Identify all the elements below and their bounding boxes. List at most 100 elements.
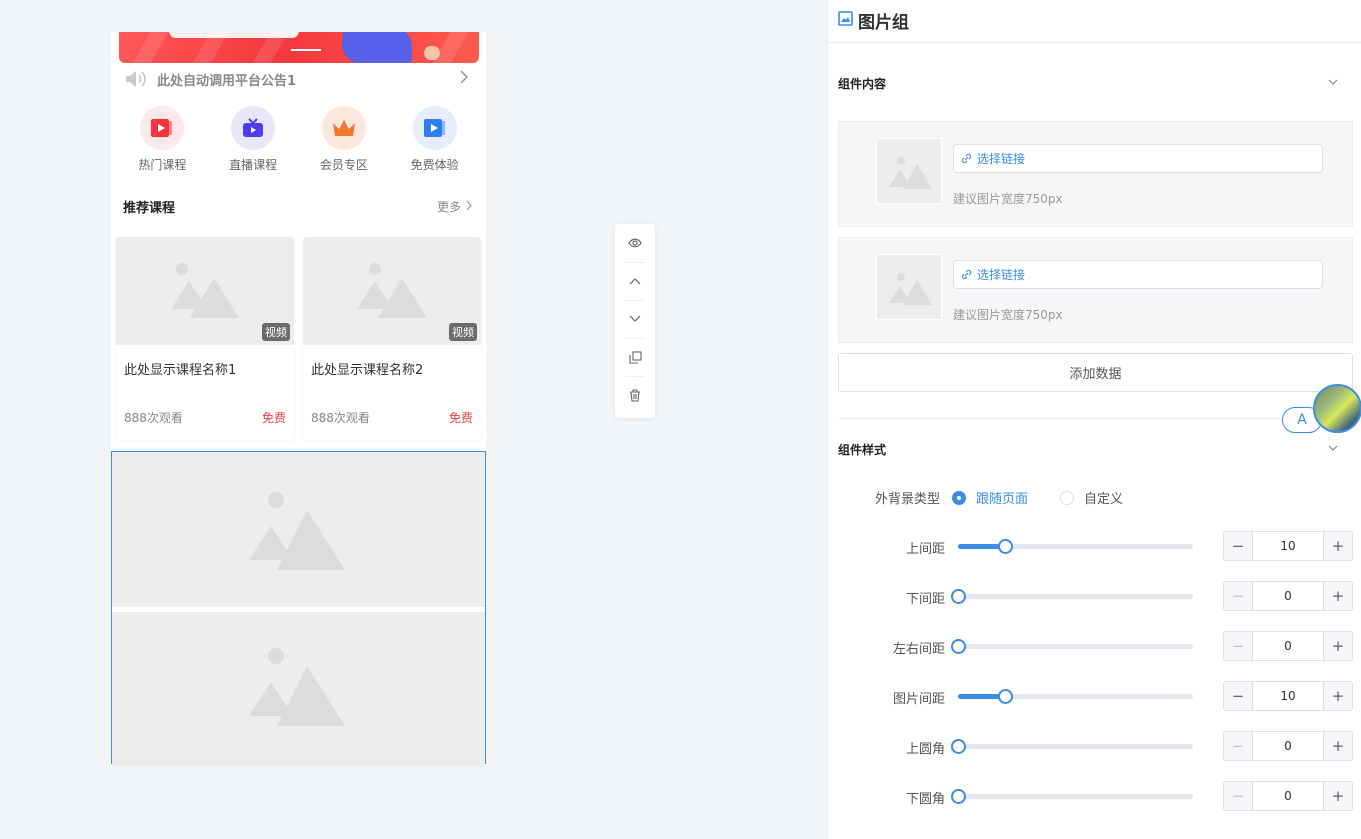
tv-icon [231,106,276,150]
avatar[interactable] [1313,384,1361,433]
image-placeholder-icon: 视频 [303,237,481,345]
content-section-title: 组件内容 [838,77,887,91]
number-stepper: −0 + [1223,581,1353,611]
stepper-value[interactable]: 0 [1252,732,1324,760]
arrow-up-icon[interactable] [615,262,655,300]
number-stepper: −10 + [1223,681,1353,711]
stepper-value[interactable]: 10 [1252,532,1324,560]
link-select-input[interactable]: 选择链接 [953,260,1323,289]
settings-panel: 图片组 组件内容 选择链接 建议图片宽度750px 选择链接 建议图片宽度750… [827,0,1361,839]
slider-handle[interactable] [951,639,966,654]
more-link-label: 更多 [437,200,462,214]
panel-title: 图片组 [858,13,909,33]
slider-handle[interactable] [951,789,966,804]
link-icon [961,153,972,164]
chevron-down-icon[interactable] [1327,442,1339,454]
stepper-value[interactable]: 10 [1252,682,1324,710]
bg-type-label: 外背景类型 [875,492,941,507]
image-item: 选择链接 建议图片宽度750px [838,121,1353,227]
minus-icon[interactable]: − [1224,782,1252,810]
course-card[interactable]: 视频 此处显示课程名称2 888次观看 免费 [303,237,481,440]
image-placeholder-icon: 视频 [116,237,294,345]
nav-hot-courses[interactable]: 热门课程 [126,106,198,176]
image-upload[interactable] [876,254,942,320]
link-select-input[interactable]: 选择链接 [953,144,1323,173]
radio-label-follow-page[interactable]: 跟随页面 [976,488,1028,507]
course-price: 免费 [261,411,286,425]
minus-icon[interactable]: − [1224,532,1252,560]
image-group-component[interactable] [111,451,486,767]
plus-icon[interactable]: + [1324,532,1352,560]
chevron-down-icon[interactable] [1327,76,1339,88]
image-placeholder-icon [112,612,485,767]
stepper-value[interactable]: 0 [1252,782,1324,810]
course-views: 888次观看 [124,411,183,425]
slider-row-bottom-margin: 下间距 −0 + [828,581,1361,611]
stepper-value[interactable]: 0 [1252,632,1324,660]
delete-icon[interactable] [615,376,655,414]
slider-track[interactable] [951,739,1193,754]
play-icon [140,106,185,150]
arrow-down-icon[interactable] [615,300,655,338]
plus-icon[interactable]: + [1324,682,1352,710]
image-placeholder-icon [112,452,485,607]
radio-label-custom[interactable]: 自定义 [1084,488,1123,507]
minus-icon[interactable]: − [1224,732,1252,760]
notice-bar[interactable]: 此处自动调用平台公告1 [123,65,473,93]
more-link[interactable]: 更多 [437,198,473,215]
link-icon [961,269,972,280]
panel-header: 图片组 [838,8,909,33]
add-data-button[interactable]: 添加数据 [838,353,1353,392]
number-stepper: −0 + [1223,731,1353,761]
nav-label: 会员专区 [319,158,368,172]
stepper-value[interactable]: 0 [1252,582,1324,610]
slider-label: 左右间距 [892,642,945,657]
bg-type-row: 外背景类型 跟随页面 自定义 [875,488,1123,507]
video-tag: 视频 [262,323,290,341]
course-views: 888次观看 [311,411,370,425]
play-icon [412,106,457,150]
course-price: 免费 [448,411,473,425]
nav-free-trial[interactable]: 免费体验 [399,106,471,176]
slider-track[interactable] [951,589,1193,604]
course-list: 视频 此处显示课程名称1 888次观看 免费 视频 此处显示课程名称2 888次… [116,237,481,440]
nav-live-courses[interactable]: 直播课程 [217,106,289,176]
banner-image[interactable] [119,32,479,63]
slider-handle[interactable] [951,589,966,604]
nav-vip-zone[interactable]: 会员专区 [308,106,380,176]
slider-handle[interactable] [998,689,1013,704]
number-stepper: −0 + [1223,631,1353,661]
slider-label: 下圆角 [905,792,945,807]
slider-track[interactable] [951,639,1193,654]
minus-icon[interactable]: − [1224,682,1252,710]
slider-track[interactable] [951,789,1193,804]
copy-icon[interactable] [615,338,655,376]
slider-row-top-margin: 上间距 −10 + [828,531,1361,561]
minus-icon[interactable]: − [1224,632,1252,660]
number-stepper: −0 + [1223,781,1353,811]
plus-icon[interactable]: + [1324,732,1352,760]
component-toolbar [615,224,655,418]
link-label: 选择链接 [977,152,1026,166]
slider-handle[interactable] [951,739,966,754]
course-card[interactable]: 视频 此处显示课程名称1 888次观看 免费 [116,237,294,440]
section-title: 推荐课程 [123,201,176,216]
minus-icon[interactable]: − [1224,582,1252,610]
image-item: 选择链接 建议图片宽度750px [838,237,1353,343]
video-tag: 视频 [449,323,477,341]
radio-custom[interactable] [1060,490,1075,505]
radio-follow-page[interactable] [952,490,967,505]
link-label: 选择链接 [977,268,1026,282]
chevron-right-icon [466,200,472,211]
slider-track[interactable] [958,689,1193,704]
style-section-title: 组件样式 [838,443,887,457]
crown-icon [321,106,366,150]
course-name: 此处显示课程名称1 [124,363,237,378]
plus-icon[interactable]: + [1324,632,1352,660]
plus-icon[interactable]: + [1324,582,1352,610]
plus-icon[interactable]: + [1324,782,1352,810]
image-upload[interactable] [876,138,942,204]
eye-icon[interactable] [615,224,655,262]
slider-handle[interactable] [998,539,1013,554]
slider-track[interactable] [958,539,1193,554]
